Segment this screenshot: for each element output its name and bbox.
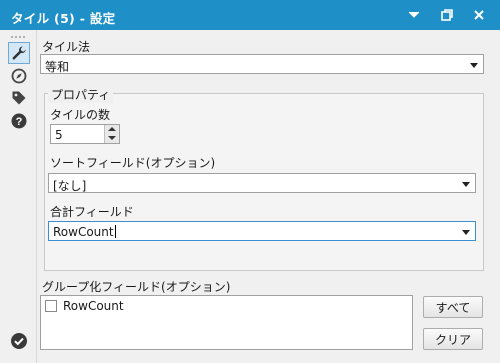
chevron-down-icon[interactable] xyxy=(404,5,424,25)
tile-count-value: 5 xyxy=(55,128,63,142)
tile-method-label: タイル法 xyxy=(42,40,91,54)
wrench-icon[interactable] xyxy=(8,42,30,64)
sum-field-select[interactable]: RowCount xyxy=(48,221,476,241)
tile-count-stepper[interactable]: 5 xyxy=(50,124,120,144)
check-circle-icon xyxy=(10,332,28,350)
chevron-down-icon xyxy=(470,63,478,68)
checkbox[interactable] xyxy=(45,300,57,312)
chevron-down-icon xyxy=(462,230,470,235)
tag-icon[interactable] xyxy=(9,88,29,108)
stepper-down-button[interactable] xyxy=(104,134,119,143)
list-item-label: RowCount xyxy=(63,299,124,313)
sort-field-value: [なし] xyxy=(53,179,87,193)
tile-method-select[interactable]: 等和 xyxy=(40,54,484,74)
sum-field-value: RowCount xyxy=(53,225,114,239)
restore-icon[interactable] xyxy=(437,5,457,25)
window-title: タイル (5) - 設定 xyxy=(11,11,116,26)
grip-handle[interactable] xyxy=(11,36,25,40)
svg-text:?: ? xyxy=(16,116,23,128)
help-icon[interactable]: ? xyxy=(9,111,29,131)
list-item[interactable]: RowCount xyxy=(45,299,124,313)
sort-field-label: ソートフィールド(オプション) xyxy=(50,156,216,170)
tile-method-value: 等和 xyxy=(45,60,70,74)
tile-count-label: タイルの数 xyxy=(50,108,111,122)
select-all-button[interactable]: すべて xyxy=(423,296,483,318)
properties-group-title: プロパティ xyxy=(48,86,114,103)
close-icon[interactable] xyxy=(469,5,489,25)
chevron-down-icon xyxy=(462,182,470,187)
group-field-list[interactable]: RowCount xyxy=(40,295,413,350)
clear-button[interactable]: クリア xyxy=(423,328,483,350)
group-field-label: グループ化フィールド(オプション) xyxy=(42,280,231,294)
tool-strip: ? xyxy=(0,30,37,363)
text-cursor xyxy=(114,225,116,238)
sort-field-select[interactable]: [なし] xyxy=(48,173,476,193)
sum-field-label: 合計フィールド xyxy=(50,205,134,219)
title-bar: タイル (5) - 設定 xyxy=(0,0,500,30)
compass-icon[interactable] xyxy=(9,66,29,86)
